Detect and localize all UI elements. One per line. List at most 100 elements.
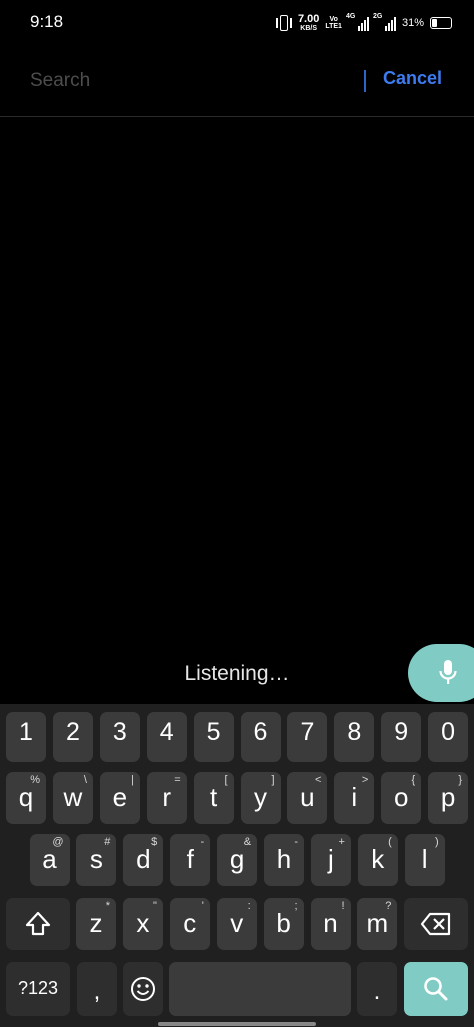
comma-key[interactable]: ,	[77, 962, 117, 1016]
search-key[interactable]	[404, 962, 468, 1016]
period-label: .	[373, 978, 381, 1005]
key-8-label: 8	[347, 718, 362, 746]
key-s-hint: #	[104, 836, 111, 848]
key-d[interactable]: d $	[123, 834, 164, 886]
key-m[interactable]: m?	[357, 898, 398, 950]
key-p[interactable]: p}	[428, 772, 469, 824]
key-l-label: l	[421, 844, 428, 874]
key-d-label: d	[136, 844, 151, 874]
key-f-hint: -	[200, 836, 205, 848]
key-r[interactable]: r =	[146, 772, 187, 824]
symbols-key[interactable]: ?123	[6, 962, 70, 1016]
status-bar: 9:18 7.00 KB/S Vo LTE1 4G 2G 31%	[0, 0, 474, 46]
key-h[interactable]: h-	[264, 834, 304, 886]
key-a-label: a	[42, 844, 57, 874]
key-1[interactable]: 1	[6, 712, 46, 762]
key-m-hint: ?	[385, 900, 392, 912]
key-t[interactable]: t[	[193, 772, 234, 824]
key-o[interactable]: o{	[381, 772, 422, 824]
key-3-label: 3	[112, 718, 127, 746]
status-time: 9:18	[30, 12, 64, 31]
key-u[interactable]: u <	[287, 772, 328, 824]
backspace-key[interactable]	[404, 898, 468, 950]
key-g[interactable]: g &	[217, 834, 258, 886]
key-9[interactable]: 9	[381, 712, 422, 762]
key-j[interactable]: j +	[310, 834, 351, 886]
signal-4g-icon: 4G	[345, 13, 369, 31]
key-0-label: 0	[441, 718, 456, 746]
key-b-hint: ;	[294, 900, 298, 912]
key-5[interactable]: 5	[193, 712, 234, 762]
header-divider	[0, 116, 474, 117]
navigation-handle[interactable]	[158, 1022, 316, 1026]
key-z-label: z	[89, 908, 103, 938]
key-t-hint: [	[224, 774, 228, 786]
key-n-label: n	[323, 908, 338, 938]
key-w-label: w	[63, 782, 83, 812]
key-w[interactable]: w \	[52, 772, 93, 824]
key-x[interactable]: x "	[122, 898, 163, 950]
comma-label: ,	[93, 978, 101, 1005]
emoji-key[interactable]	[123, 962, 163, 1016]
key-o-hint: {	[411, 774, 416, 786]
key-i[interactable]: i >	[334, 772, 375, 824]
key-t-label: t	[209, 782, 218, 812]
key-g-label: g	[229, 844, 245, 874]
key-h-label: h	[276, 844, 292, 874]
signal-2g-icon: 2G	[372, 13, 396, 31]
space-key[interactable]	[169, 962, 351, 1016]
key-h-hint: -	[294, 836, 298, 848]
volte-icon: Vo LTE1	[325, 16, 342, 30]
key-3[interactable]: 3	[99, 712, 140, 762]
key-n-hint: !	[341, 900, 345, 912]
key-f[interactable]: f-	[170, 834, 211, 886]
key-b[interactable]: b;	[263, 898, 304, 950]
key-9-label: 9	[394, 718, 409, 746]
key-z[interactable]: z *	[76, 898, 116, 950]
key-4[interactable]: 4	[146, 712, 187, 762]
key-a[interactable]: a @	[29, 834, 70, 886]
key-e[interactable]: e |	[99, 772, 140, 824]
keyboard: 1234567890 q% w \ e | r = t[y] u < i > o{p} a @ s # d $ f -…	[0, 704, 474, 1027]
key-0[interactable]: 0	[428, 712, 469, 762]
key-i-label: i	[351, 782, 358, 812]
emoji-icon	[131, 977, 155, 1001]
key-q[interactable]: q%	[6, 772, 46, 824]
key-5-label: 5	[206, 718, 221, 746]
key-y-label: y	[254, 782, 267, 812]
period-key[interactable]: .	[357, 962, 397, 1016]
shift-icon	[25, 911, 51, 936]
key-v[interactable]: v:	[216, 898, 257, 950]
key-8[interactable]: 8	[334, 712, 375, 762]
network-speed: 7.00 KB/S	[298, 14, 319, 33]
key-i-hint: >	[361, 774, 369, 786]
signal-4g-label: 4G	[345, 13, 356, 20]
key-y[interactable]: y]	[240, 772, 281, 824]
key-e-label: e	[112, 782, 128, 812]
shift-key[interactable]	[6, 898, 70, 950]
key-l[interactable]: l)	[404, 834, 445, 886]
key-7-label: 7	[300, 718, 315, 746]
key-7[interactable]: 7	[287, 712, 328, 762]
key-y-hint: ]	[271, 774, 275, 786]
search-bar: Cancel	[0, 58, 474, 104]
key-u-label: u	[300, 782, 315, 812]
key-w-hint: \	[83, 774, 87, 786]
key-j-hint: +	[338, 836, 345, 848]
key-m-label: m	[366, 908, 389, 938]
key-c-hint: '	[201, 900, 204, 912]
key-6[interactable]: 6	[240, 712, 281, 762]
key-n[interactable]: n!	[310, 898, 351, 950]
voice-input-button[interactable]	[408, 644, 474, 702]
search-input[interactable]	[30, 66, 350, 96]
key-4-label: 4	[159, 718, 174, 746]
key-c[interactable]: c '	[169, 898, 210, 950]
key-1-label: 1	[19, 718, 33, 746]
signal-2g-label: 2G	[372, 13, 383, 20]
key-k[interactable]: k(	[357, 834, 398, 886]
key-2[interactable]: 2	[52, 712, 93, 762]
cancel-button[interactable]: Cancel	[383, 68, 442, 89]
key-s[interactable]: s #	[76, 834, 117, 886]
key-s-label: s	[89, 844, 103, 874]
key-k-hint: (	[388, 836, 392, 848]
